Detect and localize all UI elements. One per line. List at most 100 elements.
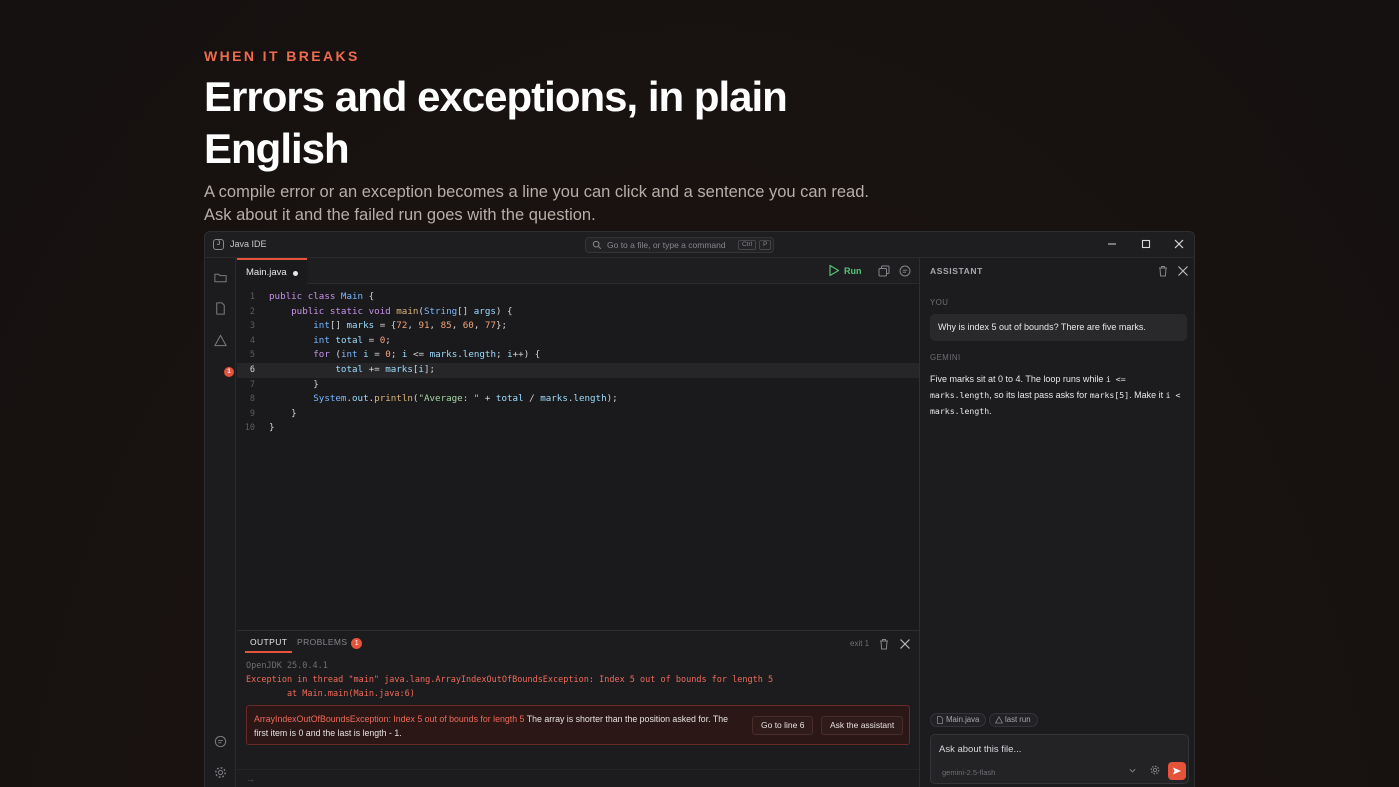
problems-badge: 1 (224, 367, 234, 377)
ide-window: J Java IDE Go to a file, or type a comma… (204, 231, 1195, 787)
close-panel-button[interactable] (898, 637, 912, 651)
line-number: 6 (249, 364, 255, 375)
code-line: 1 public class Main { (237, 290, 919, 305)
app-logo-icon: J (213, 239, 224, 250)
error-message: ArrayIndexOutOfBoundsException: Index 5 … (254, 712, 744, 740)
line-number: 1 (249, 292, 255, 302)
send-button[interactable] (1168, 762, 1186, 780)
chip-run-label: last run (1005, 715, 1031, 724)
error-explanation-card: ArrayIndexOutOfBoundsException: Index 5 … (246, 705, 910, 745)
chat-composer: gemini-2.5-flash (930, 734, 1189, 784)
stack-trace-line[interactable]: at Main.main(Main.java:6) (246, 687, 773, 701)
exception-line[interactable]: Exception in thread "main" java.lang.Arr… (246, 673, 773, 687)
line-number: 3 (249, 321, 255, 332)
warning-icon (214, 334, 227, 347)
line-number: 9 (249, 408, 255, 419)
reply-text: , so its last pass asks for (989, 390, 1090, 400)
command-search[interactable]: Go to a file, or type a command Ctrl P (585, 237, 774, 253)
search-icon (592, 240, 602, 250)
editor-tab-bar: Main.java Run (237, 258, 919, 284)
minimize-button[interactable] (1105, 237, 1119, 251)
copy-button[interactable] (877, 264, 891, 278)
clear-chat-button[interactable] (1156, 264, 1170, 278)
console-prompt[interactable]: → (246, 774, 255, 784)
jdk-version-line: OpenJDK 25.0.4.1 (246, 661, 328, 671)
gear-icon[interactable] (1149, 764, 1161, 776)
editor-area: Main.java Run 1 public class Main { 2 pub… (237, 258, 919, 630)
user-message: Why is index 5 out of bounds? There are … (930, 314, 1187, 341)
explorer-button[interactable] (213, 270, 228, 285)
line-number: 5 (249, 350, 255, 361)
close-assistant-button[interactable] (1176, 264, 1190, 278)
panel-divider (237, 769, 919, 770)
line-number: 2 (249, 306, 255, 317)
line-number: 7 (249, 379, 255, 390)
file-icon (216, 302, 225, 315)
send-icon (1173, 767, 1181, 775)
code-line-active: 6 total += marks[i]; (237, 362, 919, 378)
hero-section: WHEN IT BREAKS Errors and exceptions, in… (204, 47, 924, 227)
code-line: 10} (237, 421, 919, 436)
problems-button[interactable] (213, 333, 228, 348)
output-panel: OUTPUT PROBLEMS 1 exit 1 OpenJDK 25.0.4.1… (237, 630, 919, 787)
file-icon (937, 716, 943, 724)
model-selector[interactable]: gemini-2.5-flash (942, 768, 995, 777)
headline: Errors and exceptions, in plain English (204, 73, 788, 172)
chevron-down-icon[interactable] (1128, 766, 1137, 775)
unsaved-dot-icon (293, 271, 298, 276)
code-line: 4 int total = 0; (237, 334, 919, 349)
tab-label: Main.java (246, 267, 287, 278)
subtext: A compile error or an exception becomes … (204, 183, 869, 224)
line-number: 10 (244, 423, 255, 434)
exception-name: ArrayIndexOutOfBoundsException: Index 5 … (254, 714, 525, 724)
run-label: Run (844, 266, 862, 276)
code-line: 5 for (int i = 0; i <= marks.length; i++… (237, 348, 919, 363)
clear-output-button[interactable] (877, 637, 891, 651)
app-title: Java IDE (230, 239, 267, 249)
reply-code: marks[5] (1089, 390, 1130, 400)
copy-icon (878, 265, 890, 277)
assistant-title: ASSISTANT (930, 266, 983, 276)
warning-icon (995, 716, 1003, 724)
shortcut-key-ctrl: Ctrl (738, 240, 757, 250)
context-chip-file[interactable]: Main.java (930, 713, 987, 727)
files-button[interactable] (213, 301, 228, 316)
ask-assistant-button[interactable]: Ask the assistant (821, 716, 904, 735)
chat-input[interactable] (939, 741, 1179, 757)
user-label: YOU (930, 298, 949, 307)
assistant-panel: ASSISTANT YOU Why is index 5 out of boun… (919, 258, 1194, 787)
search-placeholder: Go to a file, or type a command (607, 240, 726, 250)
chat-about-file-button[interactable] (898, 264, 912, 278)
maximize-button[interactable] (1139, 237, 1153, 251)
chat-button[interactable] (213, 734, 228, 749)
problems-count-badge: 1 (351, 638, 363, 649)
assistant-reply: Five marks sit at 0 to 4. The loop runs … (930, 371, 1188, 419)
tab-problems[interactable]: PROBLEMS 1 (297, 637, 363, 653)
code-view[interactable]: 1 public class Main { 2 public static voi… (237, 290, 919, 436)
code-line: 9 } (237, 407, 919, 422)
tab-main-java[interactable]: Main.java (237, 258, 307, 284)
play-icon (829, 264, 840, 277)
reply-text: . Make it (1129, 390, 1166, 400)
gemini-label: GEMINI (930, 353, 961, 362)
line-number: 4 (249, 335, 255, 346)
gear-icon (215, 767, 226, 778)
close-icon (900, 639, 910, 649)
activity-bar: 1 (205, 258, 236, 787)
console-output: OpenJDK 25.0.4.1 Exception in thread "mai… (246, 659, 773, 701)
chat-icon (214, 735, 227, 748)
line-number: 8 (249, 394, 255, 405)
shortcut-key-p: P (759, 240, 772, 250)
settings-button[interactable] (213, 765, 228, 780)
go-to-line-button[interactable]: Go to line 6 (752, 716, 814, 735)
chat-bubble-icon (899, 265, 911, 277)
tab-output[interactable]: OUTPUT (245, 637, 293, 653)
reply-text: Five marks sit at 0 to 4. The loop runs … (930, 374, 1106, 384)
trash-icon (880, 639, 888, 650)
minimize-icon (1108, 243, 1116, 245)
context-chip-last-run[interactable]: last run (989, 713, 1038, 727)
folder-icon (214, 273, 227, 283)
close-window-button[interactable] (1172, 237, 1186, 251)
close-icon (1174, 239, 1184, 249)
code-line: 2 public static void main(String[] args)… (237, 305, 919, 320)
